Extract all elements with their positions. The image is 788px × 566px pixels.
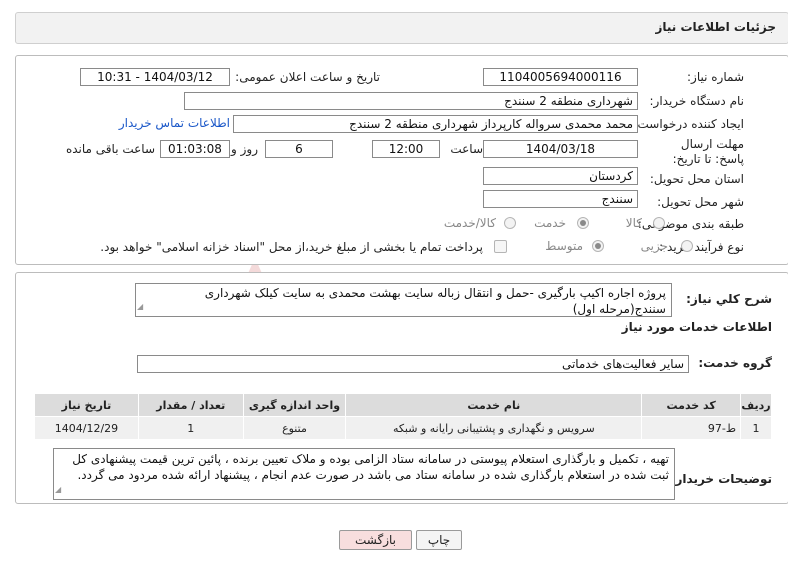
category-radio-goods-service[interactable] <box>504 217 516 229</box>
col-header-row-number: ردیف <box>740 393 772 417</box>
cell-row-number: 1 <box>740 416 772 440</box>
cell-unit: متنوع <box>242 416 347 440</box>
cell-service-name: سرویس و نگهداری و پشتیبانی رایانه و شبکه <box>345 416 643 440</box>
buyer-notes-label: توضیحات خریدار: <box>670 472 772 486</box>
need-number-label: شماره نیاز: <box>687 70 744 84</box>
category-radio-goods[interactable] <box>653 217 665 229</box>
col-header-quantity: تعداد / مقدار <box>137 393 244 417</box>
header-bar: جزئیات اطلاعات نیاز <box>15 12 788 44</box>
creator-field: محمد محمدی سرواله کارپرداز شهرداری منطقه… <box>233 115 638 133</box>
category-radio-service[interactable] <box>577 217 589 229</box>
cell-need-date: 1404/12/29 <box>34 416 139 440</box>
buyer-org-field: شهرداری منطقه 2 سنندج <box>184 92 638 110</box>
col-header-service-name: نام خدمت <box>345 393 643 417</box>
print-button[interactable]: چاپ <box>416 530 462 550</box>
process-option-medium: متوسط <box>545 239 583 253</box>
process-radio-minor[interactable] <box>681 240 693 252</box>
summary-text: پروژه اجاره اکیپ بارگیری -حمل و انتقال ز… <box>204 286 666 316</box>
cell-quantity: 1 <box>137 416 244 440</box>
services-table: ردیف کد خدمت نام خدمت واحد اندازه گیری ت… <box>34 393 772 440</box>
cell-service-code: ط-97 <box>641 416 742 440</box>
days-label: روز و <box>231 142 258 156</box>
deadline-label: مهلت ارسال پاسخ: تا تاریخ: <box>672 137 744 166</box>
services-section-title: اطلاعات خدمات مورد نیاز <box>621 320 772 334</box>
category-option-service: خدمت <box>534 216 566 230</box>
page-title: جزئیات اطلاعات نیاز <box>655 20 776 34</box>
announce-field: 1404/03/12 - 10:31 <box>80 68 230 86</box>
table-header-row: ردیف کد خدمت نام خدمت واحد اندازه گیری ت… <box>34 393 772 417</box>
province-label: استان محل تحویل: <box>649 172 744 186</box>
buyer-org-label: نام دستگاه خریدار: <box>649 94 745 108</box>
process-label: نوع فرآیند خرید : <box>659 240 744 254</box>
announce-label: تاریخ و ساعت اعلان عمومی: <box>235 70 380 84</box>
buyer-notes-text: تهیه ، تکمیل و بارگذاری استعلام پیوستی د… <box>72 452 669 482</box>
col-header-unit: واحد اندازه گیری <box>242 393 347 417</box>
days-field: 6 <box>265 140 333 158</box>
remaining-time-field: 01:03:08 <box>160 140 230 158</box>
service-group-field: سایر فعالیت‌های خدماتی <box>137 355 689 373</box>
treasury-payment-checkbox[interactable] <box>494 240 507 253</box>
city-label: شهر محل تحویل: <box>657 195 744 209</box>
back-button[interactable]: بازگشت <box>339 530 412 550</box>
treasury-payment-note: پرداخت تمام یا بخشی از مبلغ خرید،از محل … <box>100 240 483 254</box>
deadline-time-label: ساعت <box>450 142 483 156</box>
category-option-goods-service: کالا/خدمت <box>443 216 496 230</box>
service-group-label: گروه خدمت: <box>698 356 772 370</box>
col-header-service-code: کد خدمت <box>641 393 742 417</box>
process-option-minor: جزیی <box>640 239 668 253</box>
need-number-field: 1104005694000116 <box>483 68 638 86</box>
city-field: سنندج <box>483 190 638 208</box>
category-option-goods: کالا <box>625 216 642 230</box>
buyer-notes-textarea: تهیه ، تکمیل و بارگذاری استعلام پیوستی د… <box>53 448 675 500</box>
summary-textarea: پروژه اجاره اکیپ بارگیری -حمل و انتقال ز… <box>135 283 672 317</box>
province-field: کردستان <box>483 167 638 185</box>
table-row: 1 ط-97 سرویس و نگهداری و پشتیبانی رایانه… <box>34 416 772 440</box>
buyer-contact-link[interactable]: اطلاعات تماس خریدار <box>119 116 230 130</box>
summary-label: شرح کلي نياز: <box>686 292 772 306</box>
resize-grip-icon: ◢ <box>55 485 62 494</box>
deadline-date-field: 1404/03/18 <box>483 140 638 158</box>
resize-grip-icon: ◢ <box>137 302 144 311</box>
remaining-label: ساعت باقی مانده <box>65 142 155 156</box>
process-radio-medium[interactable] <box>592 240 604 252</box>
deadline-time-field: 12:00 <box>372 140 440 158</box>
creator-label: ایجاد کننده درخواست: <box>633 117 744 131</box>
col-header-need-date: تاریخ نیاز <box>34 393 139 417</box>
